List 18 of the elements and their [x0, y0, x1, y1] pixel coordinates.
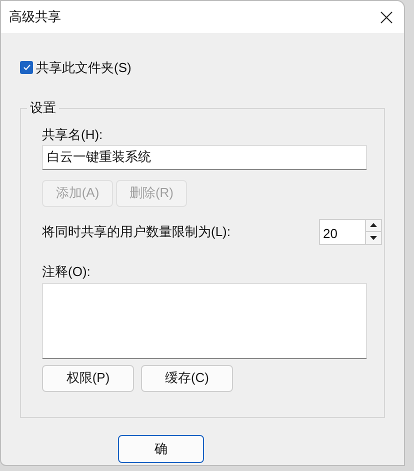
spinner-value: 20	[322, 224, 338, 242]
dialog-button[interactable]: 权限(P)	[42, 364, 134, 392]
spin-down-icon[interactable]	[366, 232, 381, 244]
ok-button[interactable]: 确	[118, 434, 204, 462]
group-legend: 设置	[27, 98, 59, 116]
dialog-button[interactable]: 缓存(C)	[141, 364, 233, 392]
limit-label: 将同时共享的用户数量限制为(L):	[42, 222, 230, 241]
user-limit-spinner[interactable]: 20	[319, 218, 382, 244]
window-title: 高级共享	[9, 8, 61, 26]
check-icon	[22, 64, 30, 72]
close-icon	[380, 10, 392, 24]
share-name-field[interactable]: 白云一键重装系统	[42, 144, 367, 170]
spin-up-icon[interactable]	[366, 220, 381, 232]
field-label: 共享名(H):	[42, 126, 103, 142]
comment-field[interactable]	[42, 282, 367, 358]
field-label: 注释(O):	[42, 264, 90, 280]
checkbox[interactable]	[20, 61, 33, 74]
checkbox-label: 共享此文件夹(S)	[36, 59, 132, 77]
